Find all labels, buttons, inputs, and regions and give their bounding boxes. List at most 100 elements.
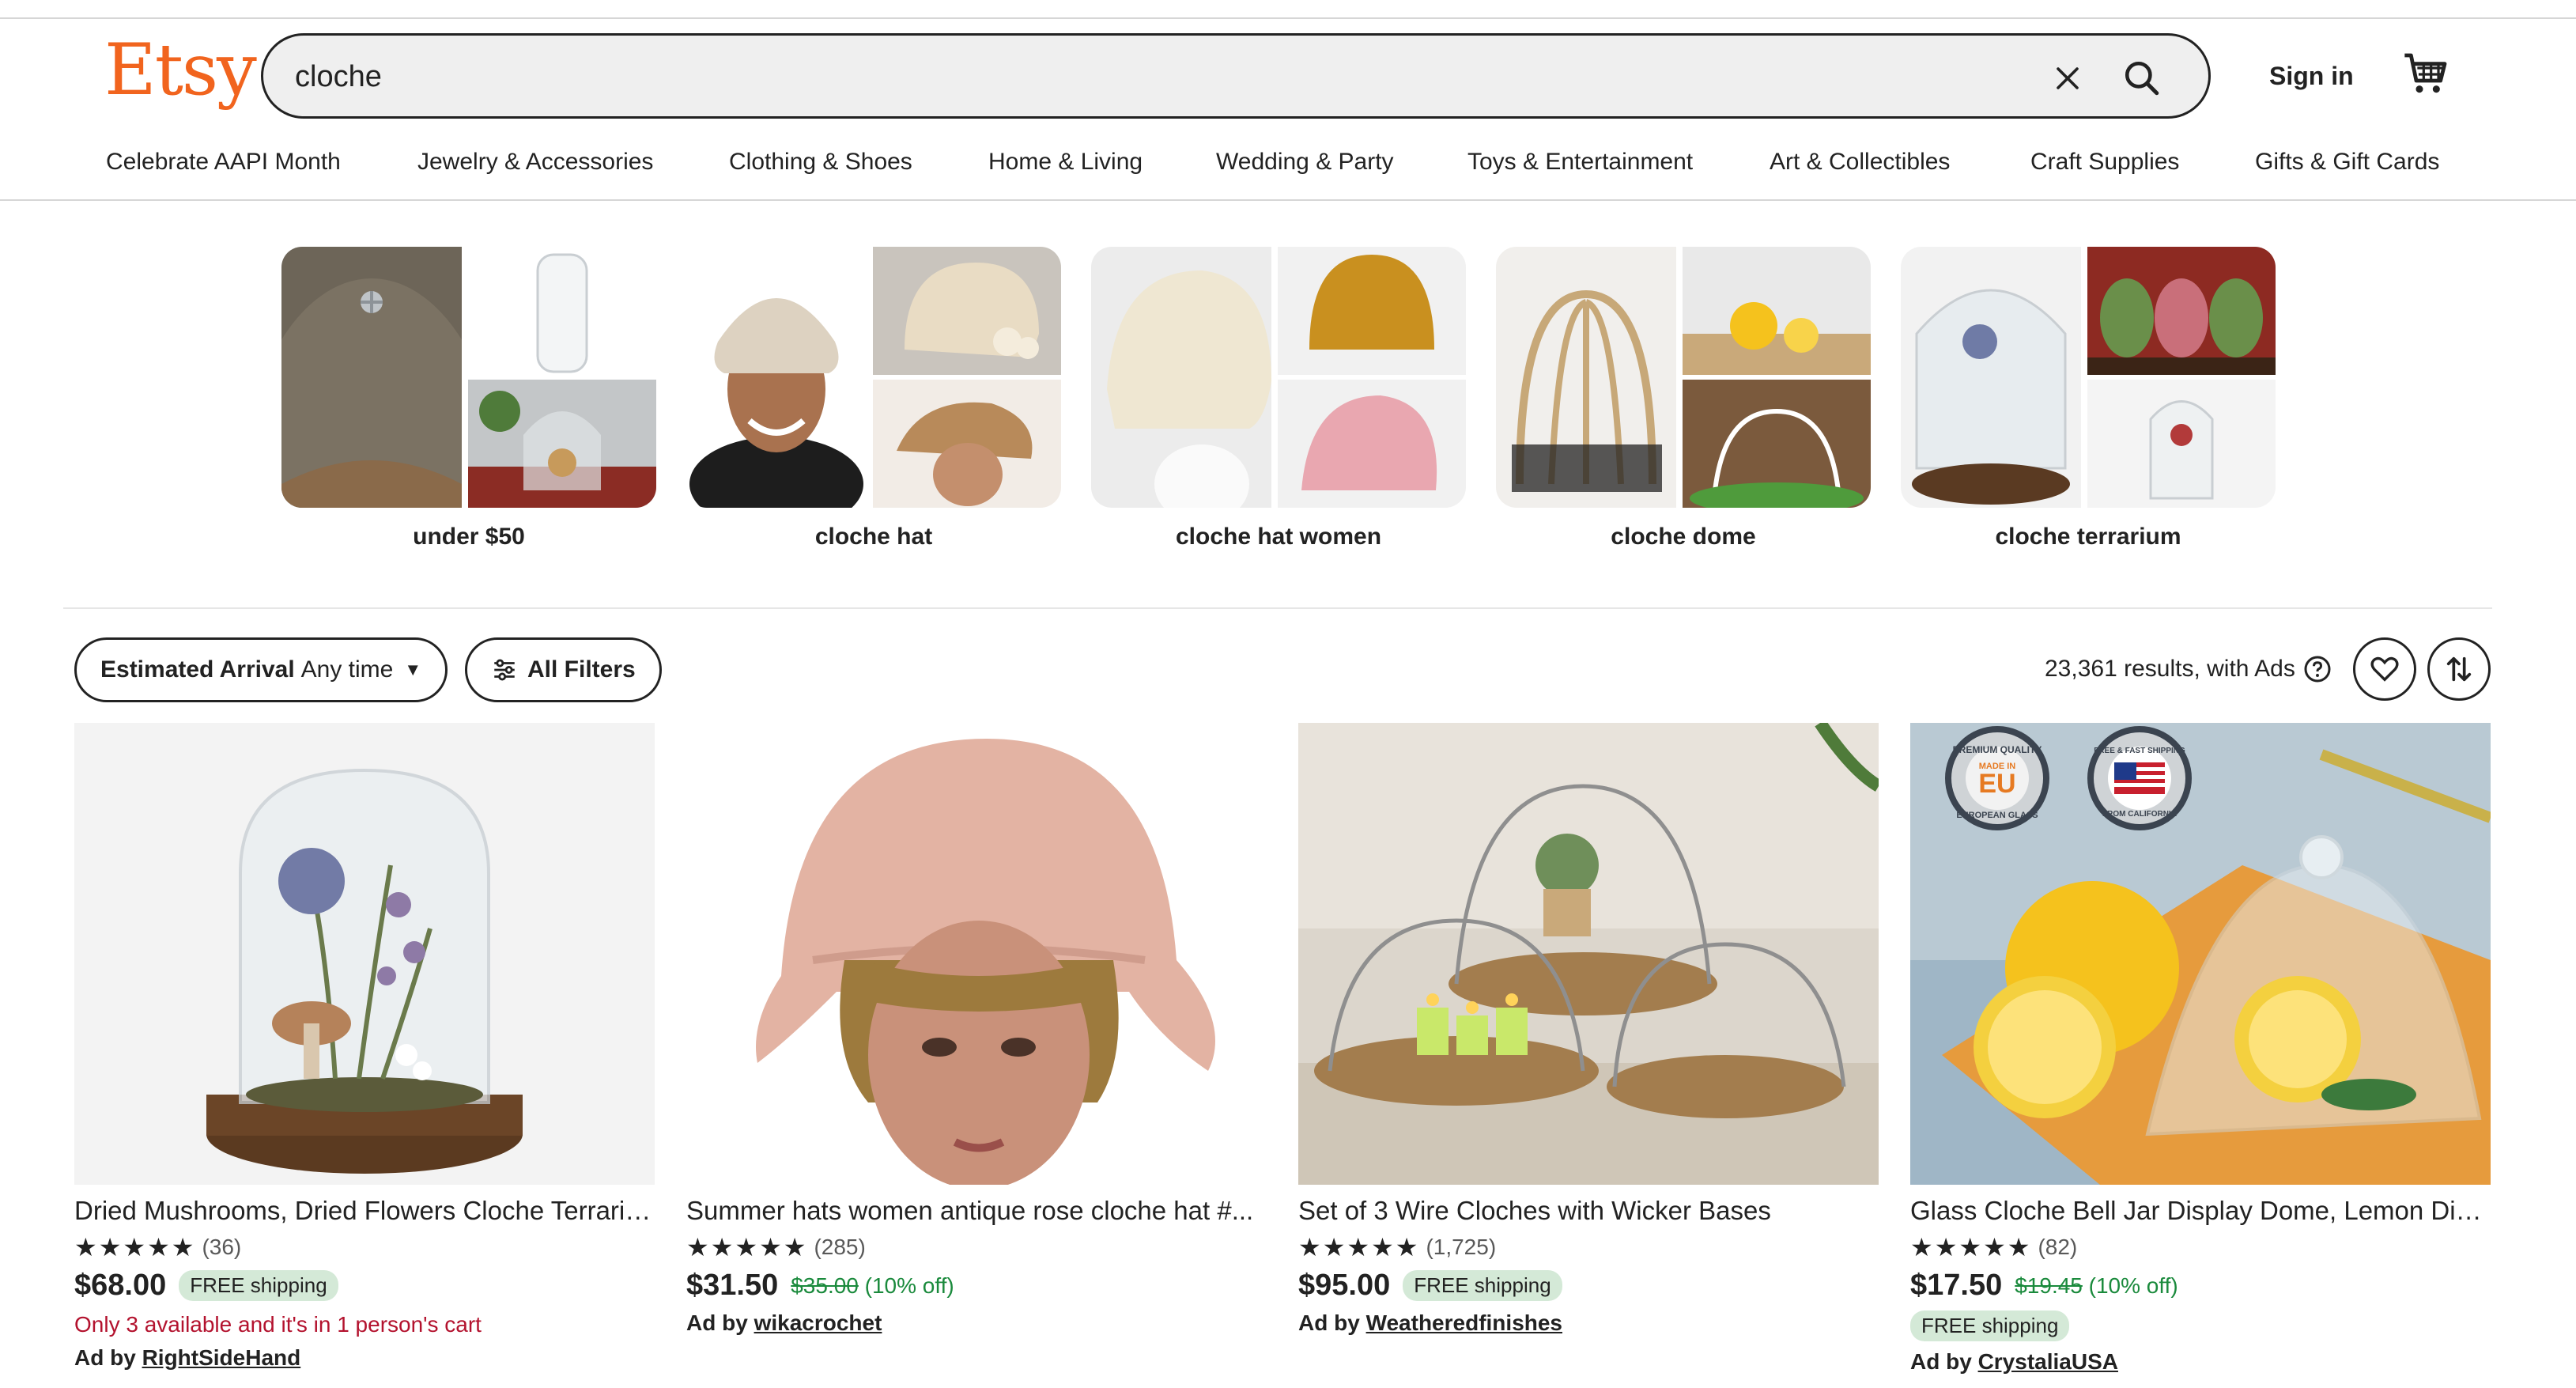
section-divider [63,607,2492,609]
free-shipping-badge: FREE shipping [179,1270,338,1301]
related-search-images [686,247,1061,508]
all-filters-button[interactable]: All Filters [465,637,662,702]
etsy-logo[interactable]: Etsy [104,35,257,106]
discount-percent: (10% off) [864,1273,954,1298]
listing-rating: ★★★★★ (1,725) [1298,1232,1879,1262]
heart-icon [2370,656,2399,682]
listing-price: $68.00 [74,1269,167,1302]
shop-link[interactable]: wikacrochet [754,1310,882,1335]
category-home[interactable]: Home & Living [988,149,1143,176]
category-gifts[interactable]: Gifts & Gift Cards [2255,149,2439,176]
search-bar[interactable] [261,33,2211,119]
listing-card[interactable]: Set of 3 Wire Cloches with Wicker Bases … [1298,723,1879,1336]
listing-image[interactable] [74,723,655,1185]
listing-price: $31.50 [686,1269,779,1302]
listing-image[interactable] [686,723,1267,1185]
question-icon[interactable] [2303,655,2332,683]
all-filters-label: All Filters [527,656,636,683]
listing-rating: ★★★★★ (285) [686,1232,1267,1262]
mesh-dome-image [281,247,462,508]
usa-shipping-badge: FREE & FAST SHIPPING FROM CALIFORNIA [2087,726,2192,830]
ad-by: Ad by CrystaliaUSA [1910,1349,2491,1375]
shop-link[interactable]: Weatheredfinishes [1366,1310,1562,1335]
category-craft[interactable]: Craft Supplies [2030,149,2179,176]
related-search-images [1091,247,1466,508]
ad-prefix: Ad by [1298,1310,1360,1335]
terrarium-image [1901,247,2081,508]
price-row: $68.00 FREE shipping [74,1269,655,1303]
listing-card[interactable]: Dried Mushrooms, Dried Flowers Cloche Te… [74,723,655,1371]
listing-rating: ★★★★★ (82) [1910,1232,2491,1262]
shop-link[interactable]: RightSideHand [142,1345,301,1370]
discount-percent: (10% off) [2088,1273,2178,1298]
star-rating-icon: ★★★★★ [1298,1233,1420,1261]
discount-info: $35.00 (10% off) [791,1273,954,1299]
listing-image[interactable] [1298,723,1879,1185]
price-row: $17.50 $19.45 (10% off) [1910,1269,2491,1303]
listing-title[interactable]: Dried Mushrooms, Dried Flowers Cloche Te… [74,1196,655,1226]
sort-button[interactable] [2427,637,2491,701]
related-search-label: cloche terrarium [1995,524,2181,550]
ad-prefix: Ad by [74,1345,136,1370]
estimated-arrival-filter[interactable]: Estimated Arrival Any time ▼ [74,637,448,702]
star-rating-icon: ★★★★★ [1910,1233,2032,1261]
listing-title[interactable]: Set of 3 Wire Cloches with Wicker Bases [1298,1196,1879,1226]
category-wedding[interactable]: Wedding & Party [1216,149,1394,176]
pink-hat-image [1278,380,1466,508]
related-search-cloche-hat[interactable]: cloche hat [686,247,1061,550]
category-toys[interactable]: Toys & Entertainment [1467,149,1693,176]
search-button[interactable] [2112,50,2172,107]
listing-rating: ★★★★★ (36) [74,1232,655,1262]
results-text: 23,361 results, with Ads [2045,656,2295,682]
lemon-dome-product-photo: PREMIUM QUALITY MADE IN EU EUROPEAN GLAS… [1910,723,2491,1185]
category-art[interactable]: Art & Collectibles [1770,149,1950,176]
dome-plant-image [468,380,656,508]
ad-by: Ad by Weatheredfinishes [1298,1310,1879,1336]
original-price: $19.45 [2015,1273,2083,1298]
related-search-label: cloche hat women [1175,524,1382,550]
related-search-images [1496,247,1871,508]
search-icon [2125,61,2159,96]
wire-cloches-product-photo [1298,723,1879,1185]
terrarium-product-photo [74,723,655,1185]
ad-by: Ad by RightSideHand [74,1345,655,1371]
review-count: (285) [814,1235,866,1259]
listing-title[interactable]: Summer hats women antique rose cloche ha… [686,1196,1267,1226]
listing-card[interactable]: Summer hats women antique rose cloche ha… [686,723,1267,1336]
category-clothing[interactable]: Clothing & Shoes [729,149,912,176]
clear-search-button[interactable] [2042,53,2093,104]
listing-title[interactable]: Glass Cloche Bell Jar Display Dome, Lemo… [1910,1196,2491,1226]
arrival-label: Estimated Arrival [100,656,295,683]
mustard-hat-image [1278,247,1466,375]
usa-badge-bottom: FROM CALIFORNIA [2102,810,2177,819]
related-search-images [1901,247,2276,508]
eu-badge-bottom: EUROPEAN GLASS [1956,811,2038,820]
search-input[interactable] [295,51,2034,102]
category-aapi[interactable]: Celebrate AAPI Month [106,149,341,176]
rose-terrarium-image [2087,380,2276,508]
tan-hat-woman-image [873,380,1061,508]
related-search-cloche-dome[interactable]: cloche dome [1496,247,1871,550]
listing-card[interactable]: PREMIUM QUALITY MADE IN EU EUROPEAN GLAS… [1910,723,2491,1375]
related-search-label: cloche dome [1611,524,1756,550]
cart-button[interactable] [2400,49,2451,100]
knit-hat-mannequin-image [1091,247,1271,508]
related-search-images [281,247,656,508]
cream-hat-image [873,247,1061,375]
related-search-label: under $50 [413,524,525,550]
sort-icon [2446,656,2472,682]
related-search-under-50[interactable]: under $50 [281,247,656,550]
lemon-dome-image [1683,247,1871,375]
favorite-search-button[interactable] [2353,637,2416,701]
usa-badge-top: FREE & FAST SHIPPING [2094,747,2185,755]
listing-price: $17.50 [1910,1269,2003,1302]
related-search-cloche-terrarium[interactable]: cloche terrarium [1901,247,2276,550]
three-terrariums-image [2087,247,2276,375]
listing-image[interactable]: PREMIUM QUALITY MADE IN EU EUROPEAN GLAS… [1910,723,2491,1185]
related-search-cloche-hat-women[interactable]: cloche hat women [1091,247,1466,550]
category-jewelry[interactable]: Jewelry & Accessories [417,149,653,176]
close-icon [2057,67,2079,89]
shop-link[interactable]: CrystaliaUSA [1978,1349,2118,1374]
sign-in-link[interactable]: Sign in [2269,62,2354,91]
made-in-eu-badge: PREMIUM QUALITY MADE IN EU EUROPEAN GLAS… [1945,726,2049,830]
